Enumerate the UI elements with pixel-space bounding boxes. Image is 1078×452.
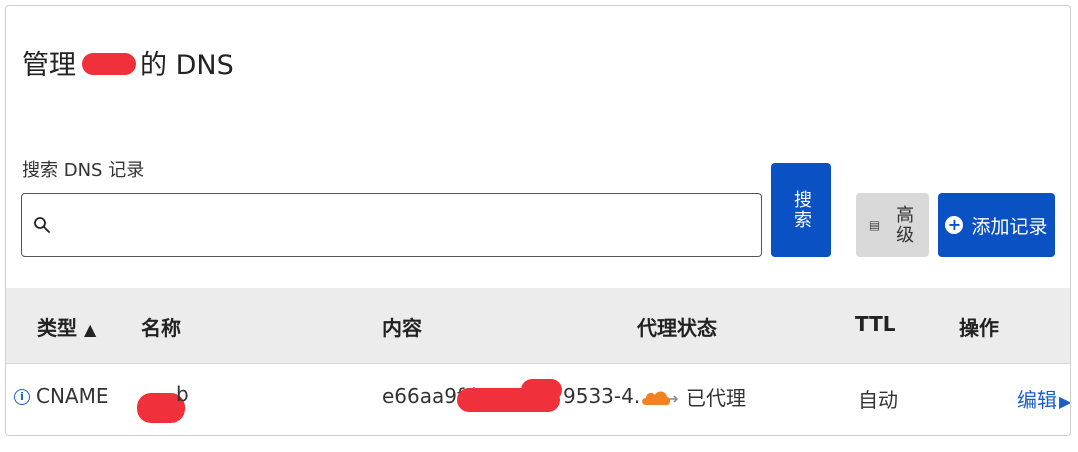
record-type: CNAME [36, 384, 109, 408]
search-label: 搜索 DNS 记录 [22, 160, 145, 181]
advanced-button[interactable]: ▤ 高级 [856, 193, 929, 257]
chevron-right-icon: ▶ [1059, 392, 1071, 411]
proxied-cloud-icon [642, 390, 679, 405]
column-content[interactable]: 内容 [382, 312, 422, 341]
column-actions: 操作 [959, 316, 999, 340]
search-button[interactable]: 搜索 [771, 163, 831, 257]
search-button-label: 搜索 [791, 190, 812, 230]
add-record-label: 添加记录 [971, 215, 1048, 238]
sort-ascending-icon: ▲ [83, 320, 97, 339]
advanced-button-label: 高级 [893, 205, 915, 245]
redacted-content-extra [521, 379, 562, 401]
proxy-status-text: 已代理 [686, 386, 746, 410]
column-name[interactable]: 名称 [141, 312, 181, 341]
title-prefix: 管理 [22, 50, 76, 81]
edit-record-link[interactable]: 编辑 ▶ [1017, 384, 1071, 413]
column-proxy-status[interactable]: 代理状态 [637, 312, 717, 341]
edit-label: 编辑 [1017, 388, 1057, 412]
column-ttl[interactable]: TTL [855, 312, 896, 336]
page-title: 管理 的 DNS [22, 46, 234, 86]
record-type-cell: i CNAME [14, 384, 109, 408]
search-field[interactable] [21, 193, 762, 257]
search-input[interactable] [58, 204, 752, 246]
proxy-status-cell: 已代理 [640, 382, 746, 411]
record-ttl: 自动 [858, 388, 898, 412]
add-record-button[interactable]: + 添加记录 [938, 193, 1055, 257]
title-suffix: 的 DNS [140, 50, 234, 81]
column-type[interactable]: 类型 ▲ [37, 312, 96, 341]
dns-management-card: 管理 的 DNS 搜索 DNS 记录 搜索 ▤ 高级 + 添加记录 类型 ▲ 名称… [5, 5, 1071, 436]
redacted-domain [82, 53, 136, 75]
record-name: b [176, 382, 189, 406]
table-row[interactable]: i CNAME b e66aa9fd 9533-4... 已代理 自动 编辑 ▶ [6, 364, 1071, 435]
document-icon: ▤ [868, 218, 881, 232]
table-header: 类型 ▲ 名称 内容 代理状态 TTL 操作 [6, 288, 1070, 364]
info-icon[interactable]: i [14, 389, 30, 405]
search-icon [34, 217, 50, 233]
plus-circle-icon: + [945, 216, 964, 234]
